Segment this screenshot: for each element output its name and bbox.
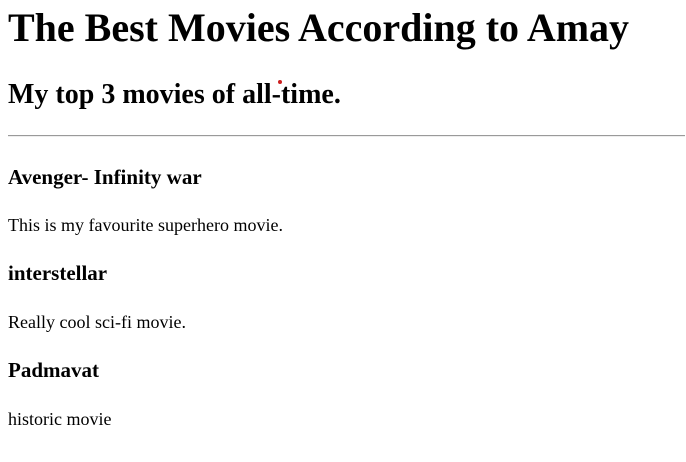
mouse-cursor-icon <box>278 80 282 84</box>
movie-description: historic movie <box>8 409 112 429</box>
movie-title: Avenger- Infinity war <box>8 165 202 189</box>
movie-title: interstellar <box>8 261 108 285</box>
movie-description: Really cool sci-fi movie. <box>8 312 186 332</box>
page: The Best Movies According to Amay My top… <box>0 0 686 462</box>
movie-title: Padmavat <box>8 358 99 382</box>
movie-description: This is my favourite superhero movie. <box>8 215 283 235</box>
divider <box>8 135 685 137</box>
page-title: The Best Movies According to Amay <box>8 5 630 50</box>
page-subtitle: My top 3 movies of all-time. <box>8 79 341 110</box>
